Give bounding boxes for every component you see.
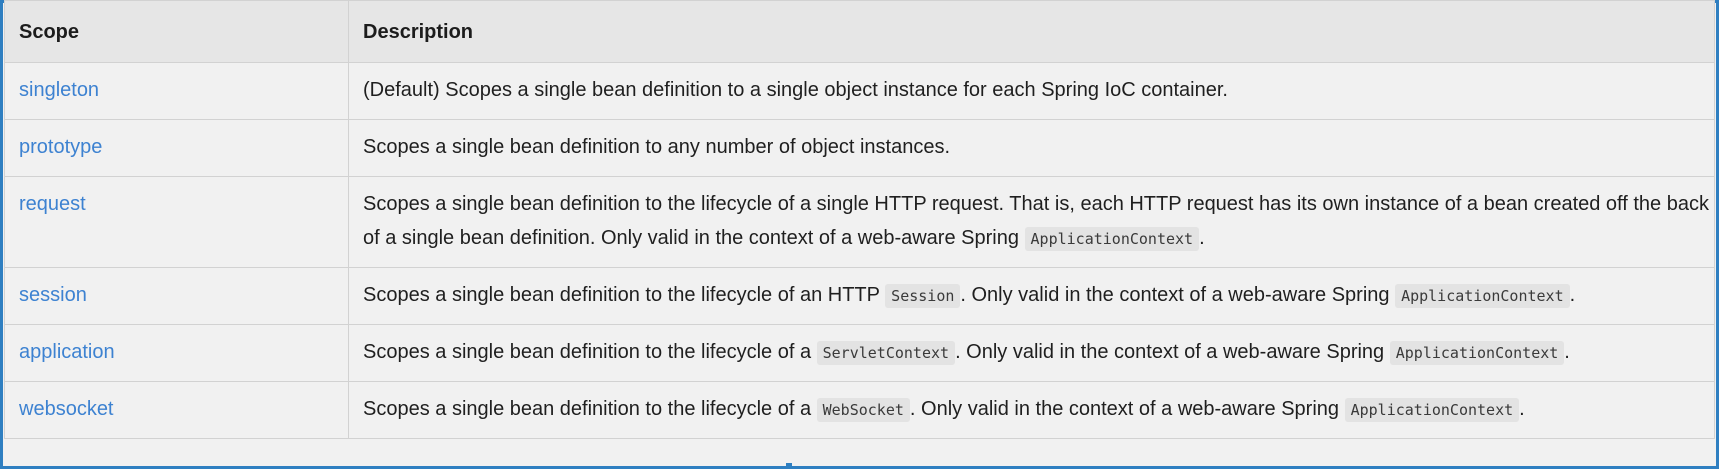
table-row: websocket Scopes a single bean definition… <box>4 381 1715 439</box>
inline-code: ServletContext <box>816 341 956 365</box>
description-text: (Default) Scopes a single bean definitio… <box>363 79 1228 101</box>
description-text: . Only valid in the context of a web-awa… <box>955 341 1390 363</box>
scope-cell: session <box>4 267 349 325</box>
description-text: Scopes a single bean definition to any n… <box>363 136 951 158</box>
description-text: . <box>1569 284 1576 306</box>
scope-cell: application <box>4 324 349 382</box>
description-text: . Only valid in the context of a web-awa… <box>909 398 1345 420</box>
scope-cell: singleton <box>4 62 349 120</box>
scope-cell: request <box>4 176 349 268</box>
inline-code: ApplicationContext <box>1395 284 1570 308</box>
description-cell: (Default) Scopes a single bean definitio… <box>348 62 1715 120</box>
description-cell: Scopes a single bean definition to the l… <box>348 267 1715 325</box>
inline-code: WebSocket <box>816 398 910 422</box>
scope-cell: prototype <box>4 119 349 177</box>
scope-link-request[interactable]: request <box>19 193 86 215</box>
scope-link-singleton[interactable]: singleton <box>19 79 99 101</box>
description-cell: Scopes a single bean definition to the l… <box>348 176 1715 268</box>
bean-scopes-table: Scope Description singleton (Default) Sco… <box>4 0 1715 439</box>
scope-link-session[interactable]: session <box>19 284 87 306</box>
table-bottom-padding <box>4 441 1714 463</box>
table-row: prototype Scopes a single bean definition… <box>4 119 1715 177</box>
description-text: . <box>1199 227 1205 249</box>
table-row: session Scopes a single bean definition t… <box>4 267 1715 325</box>
description-text: Scopes a single bean definition to the l… <box>363 284 886 306</box>
description-column-header: Description <box>348 0 1715 63</box>
inline-code: Session <box>885 284 961 308</box>
inline-code: ApplicationContext <box>1344 398 1520 422</box>
description-text: . Only valid in the context of a web-awa… <box>960 284 1396 306</box>
scope-link-prototype[interactable]: prototype <box>19 136 102 158</box>
inline-code: ApplicationContext <box>1389 341 1565 365</box>
table-row: request Scopes a single bean definition t… <box>4 176 1715 268</box>
scope-cell: websocket <box>4 381 349 439</box>
scope-column-header: Scope <box>4 0 349 63</box>
inline-code: ApplicationContext <box>1024 227 1200 251</box>
table-row: singleton (Default) Scopes a single bean … <box>4 62 1715 120</box>
description-text: Scopes a single bean definition to the l… <box>363 341 817 363</box>
scope-link-application[interactable]: application <box>19 341 115 363</box>
description-text: . <box>1519 398 1525 420</box>
table-body: singleton (Default) Scopes a single bean … <box>4 62 1715 439</box>
table-header-row: Scope Description <box>4 0 1715 63</box>
scope-link-websocket[interactable]: websocket <box>19 398 114 420</box>
table-row: application Scopes a single bean definiti… <box>4 324 1715 382</box>
description-text: Scopes a single bean definition to the l… <box>363 398 817 420</box>
description-text: . <box>1564 341 1570 363</box>
description-cell: Scopes a single bean definition to any n… <box>348 119 1715 177</box>
description-cell: Scopes a single bean definition to the l… <box>348 381 1715 439</box>
description-cell: Scopes a single bean definition to the l… <box>348 324 1715 382</box>
